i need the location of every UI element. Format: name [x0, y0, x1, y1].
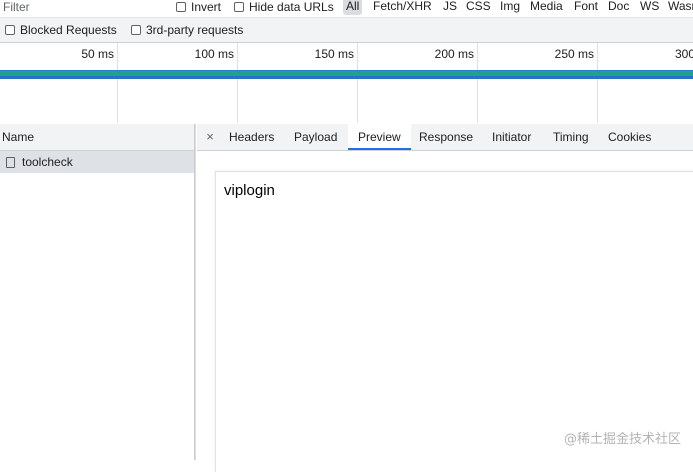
- type-filter-img[interactable]: Img: [497, 0, 523, 15]
- invert-checkbox[interactable]: Invert: [176, 0, 221, 14]
- blocked-requests-label: Blocked Requests: [20, 23, 117, 37]
- timeline-gridline: [237, 43, 238, 123]
- preview-frame: viplogin: [215, 171, 693, 472]
- timeline-gridline: [117, 43, 118, 123]
- tab-cookies[interactable]: Cookies: [598, 124, 661, 150]
- invert-checkbox-box[interactable]: [176, 2, 186, 12]
- type-filter-font[interactable]: Font: [571, 0, 601, 15]
- timeline-gridline: [357, 43, 358, 123]
- close-icon[interactable]: ×: [203, 129, 217, 145]
- type-filter-all[interactable]: All: [343, 0, 363, 15]
- blocked-requests-checkbox[interactable]: Blocked Requests: [5, 23, 117, 37]
- type-filter-js[interactable]: JS: [440, 0, 460, 15]
- third-party-requests-checkbox[interactable]: 3rd-party requests: [131, 23, 243, 37]
- type-filter-css[interactable]: CSS: [463, 0, 494, 15]
- type-filter-doc[interactable]: Doc: [605, 0, 632, 15]
- filter-input[interactable]: [0, 0, 160, 16]
- document-icon: [6, 156, 15, 168]
- timeline-tick-label: 100 ms: [194, 47, 234, 61]
- timeline-tick-label: 300: [675, 47, 693, 61]
- hide-data-urls-checkbox-box[interactable]: [234, 2, 244, 12]
- tab-response[interactable]: Response: [409, 124, 483, 150]
- preview-area: viplogin: [197, 151, 693, 472]
- hide-data-urls-label: Hide data URLs: [249, 0, 334, 14]
- preview-content: viplogin: [224, 182, 275, 199]
- type-filter-fetch-xhr[interactable]: Fetch/XHR: [370, 0, 435, 15]
- third-party-requests-checkbox-box[interactable]: [131, 25, 141, 35]
- third-party-requests-label: 3rd-party requests: [146, 23, 244, 37]
- timeline-tick-label: 200 ms: [434, 47, 474, 61]
- type-filter-ws[interactable]: WS: [637, 0, 662, 15]
- timeline-overview[interactable]: 50 ms 100 ms 150 ms 200 ms 250 ms 300: [0, 43, 693, 123]
- type-filter-media[interactable]: Media: [527, 0, 566, 15]
- timeline-tick-label: 150 ms: [314, 47, 354, 61]
- timeline-tick-label: 50 ms: [81, 47, 114, 61]
- timeline-gridline: [477, 43, 478, 123]
- timeline-request-bar: [0, 70, 693, 79]
- request-options-bar: Blocked Requests 3rd-party requests: [0, 18, 693, 43]
- tab-initiator[interactable]: Initiator: [482, 124, 541, 150]
- timeline-tick-label: 250 ms: [554, 47, 594, 61]
- tab-timing[interactable]: Timing: [543, 124, 599, 150]
- watermark: @稀土掘金技术社区: [563, 432, 681, 447]
- tab-preview[interactable]: Preview: [348, 124, 411, 150]
- hide-data-urls-checkbox[interactable]: Hide data URLs: [234, 0, 334, 14]
- request-list: Name toolcheck: [0, 124, 195, 460]
- tab-headers[interactable]: Headers: [219, 124, 284, 150]
- request-name: toolcheck: [22, 155, 73, 169]
- detail-tabbar: × Headers Payload Preview Response Initi…: [197, 124, 693, 151]
- name-column-header[interactable]: Name: [0, 124, 194, 151]
- invert-label: Invert: [191, 0, 222, 14]
- type-filter-wasm[interactable]: Wasm: [665, 0, 693, 15]
- tab-payload[interactable]: Payload: [284, 124, 347, 150]
- filter-toolbar: Invert Hide data URLs All Fetch/XHR JS C…: [0, 0, 693, 18]
- panel-splitter[interactable]: [195, 124, 196, 460]
- request-row[interactable]: toolcheck: [0, 151, 194, 173]
- timeline-gridline: [597, 43, 598, 123]
- request-detail-panel: × Headers Payload Preview Response Initi…: [197, 124, 693, 472]
- blocked-requests-checkbox-box[interactable]: [5, 25, 15, 35]
